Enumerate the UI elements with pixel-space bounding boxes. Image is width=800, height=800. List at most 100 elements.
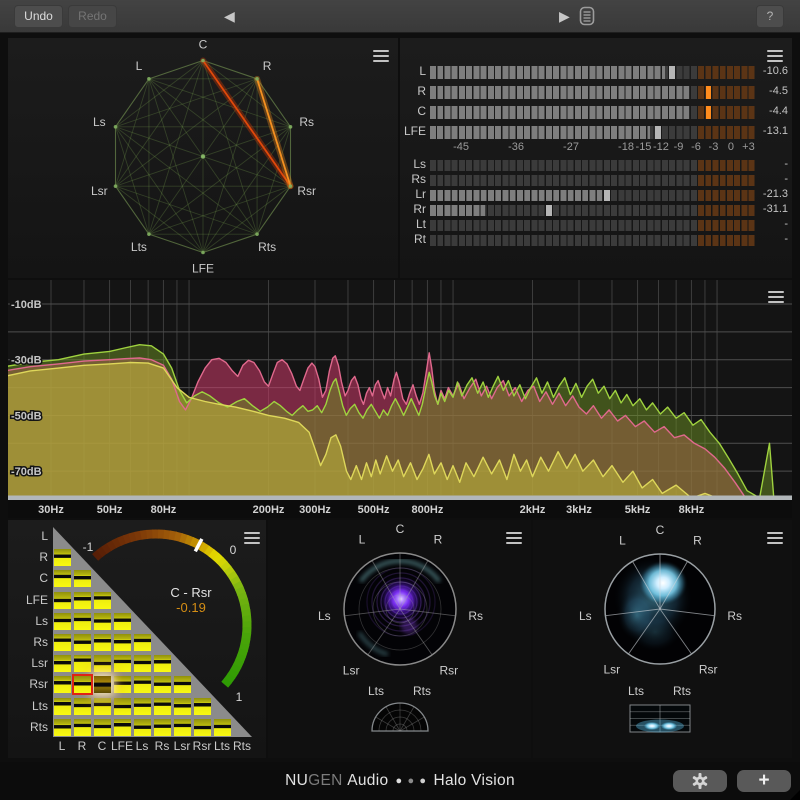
matrix-cell[interactable] xyxy=(154,676,171,693)
matrix-cell[interactable] xyxy=(74,613,91,630)
matrix-cell[interactable] xyxy=(54,570,71,587)
surround-scope: CLRLsRsLsrRsrLtsRts xyxy=(268,520,531,758)
scope-channel-label: Rsr xyxy=(440,663,459,677)
menu-icon[interactable] xyxy=(373,50,389,63)
meter-value: -13.1 xyxy=(756,125,788,138)
web-edge-highlight xyxy=(203,61,290,187)
matrix-cell[interactable] xyxy=(114,634,131,651)
matrix-cell[interactable] xyxy=(134,634,151,651)
matrix-cell[interactable] xyxy=(54,592,71,609)
matrix-row-label: C xyxy=(10,571,48,585)
matrix-cell[interactable] xyxy=(74,570,91,587)
menu-icon[interactable] xyxy=(767,50,783,63)
matrix-cell[interactable] xyxy=(154,698,171,715)
matrix-cell[interactable] xyxy=(94,634,111,651)
help-button[interactable]: ? xyxy=(756,5,784,28)
matrix-cell[interactable] xyxy=(134,719,151,736)
meter-value: -10.6 xyxy=(756,65,788,78)
matrix-cell[interactable] xyxy=(134,698,151,715)
matrix-cell[interactable] xyxy=(134,676,151,693)
menu-icon[interactable] xyxy=(768,291,784,304)
spectrum-chart: 30Hz50Hz80Hz200Hz300Hz500Hz800Hz2kHz3kHz… xyxy=(8,280,792,518)
resize-grip[interactable] xyxy=(790,790,800,800)
meter-value: -4.5 xyxy=(756,85,788,98)
meter-value: - xyxy=(756,234,788,245)
matrix-cell[interactable] xyxy=(114,613,131,630)
scope-channel-label: C xyxy=(396,522,405,536)
matrix-cell[interactable] xyxy=(174,676,191,693)
density-scope: CLRLsRsLsrRsrLtsRts xyxy=(533,520,792,758)
matrix-cell[interactable] xyxy=(134,655,151,672)
matrix-cell[interactable] xyxy=(94,655,111,672)
meter-bar xyxy=(430,190,757,201)
meter-label: Rr xyxy=(400,204,426,215)
web-edge xyxy=(149,79,291,186)
play-icon[interactable]: ▶ xyxy=(559,7,570,25)
matrix-cell[interactable] xyxy=(54,719,71,736)
matrix-cell[interactable] xyxy=(114,698,131,715)
preset-list-icon[interactable] xyxy=(579,6,596,26)
scope-channel-label: Ls xyxy=(318,609,331,623)
scope-channel-label: Ls xyxy=(579,609,592,623)
matrix-cell[interactable] xyxy=(54,655,71,672)
scope-channel-label: R xyxy=(693,534,702,548)
matrix-cell[interactable] xyxy=(54,634,71,651)
matrix-cell-flagged[interactable] xyxy=(74,676,91,693)
meter-bar xyxy=(430,220,757,231)
matrix-cell[interactable] xyxy=(114,676,131,693)
web-node xyxy=(201,59,205,63)
menu-icon[interactable] xyxy=(767,532,783,545)
matrix-row-label: Lts xyxy=(10,699,48,713)
matrix-cell[interactable] xyxy=(74,698,91,715)
matrix-cell[interactable] xyxy=(114,655,131,672)
matrix-cell[interactable] xyxy=(74,592,91,609)
add-button[interactable]: + xyxy=(737,770,791,792)
matrix-cell[interactable] xyxy=(154,719,171,736)
meter-label: Lr xyxy=(400,189,426,200)
menu-icon[interactable] xyxy=(244,532,260,545)
redo-button[interactable]: Redo xyxy=(68,5,117,28)
matrix-cell[interactable] xyxy=(94,698,111,715)
matrix-cell[interactable] xyxy=(54,613,71,630)
undo-button[interactable]: Undo xyxy=(14,5,63,28)
matrix-cell[interactable] xyxy=(94,719,111,736)
matrix-cell[interactable] xyxy=(94,592,111,609)
back-icon[interactable]: ◀ xyxy=(224,7,235,25)
matrix-cell[interactable] xyxy=(54,549,71,566)
web-edge xyxy=(116,186,203,252)
web-edge xyxy=(116,61,203,187)
matrix-cell[interactable] xyxy=(174,698,191,715)
matrix-cell[interactable] xyxy=(74,719,91,736)
matrix-cell[interactable] xyxy=(54,676,71,693)
matrix-cell[interactable] xyxy=(114,719,131,736)
meter-peak xyxy=(706,86,712,99)
web-node xyxy=(147,232,151,236)
matrix-cell[interactable] xyxy=(154,655,171,672)
meter-label: Ls xyxy=(400,159,426,170)
matrix-cell[interactable] xyxy=(214,719,231,736)
scope-channel-label: C xyxy=(656,523,665,537)
matrix-cell[interactable] xyxy=(194,698,211,715)
settings-button[interactable] xyxy=(673,770,727,792)
matrix-cell[interactable] xyxy=(54,698,71,715)
meter-bar xyxy=(430,175,757,186)
spectrum-scrollbar[interactable] xyxy=(8,496,792,501)
brand-segment: Audio xyxy=(343,772,393,790)
meter-value: -31.1 xyxy=(756,204,788,215)
meter-level xyxy=(430,86,689,99)
db-tick-label: -50dB xyxy=(11,410,42,422)
matrix-cell[interactable] xyxy=(74,634,91,651)
web-edge xyxy=(116,127,149,234)
meter-level xyxy=(430,205,485,216)
web-node-label: R xyxy=(263,59,272,73)
web-edge xyxy=(149,61,203,79)
matrix-cell[interactable] xyxy=(74,655,91,672)
menu-icon[interactable] xyxy=(506,532,522,545)
matrix-cell-selected[interactable] xyxy=(94,676,111,693)
scope-channel-label: Rs xyxy=(468,609,483,623)
matrix-cell[interactable] xyxy=(194,719,211,736)
matrix-cell[interactable] xyxy=(174,719,191,736)
plus-icon: + xyxy=(758,770,769,792)
matrix-cell[interactable] xyxy=(94,613,111,630)
matrix-col-label: Rts xyxy=(229,739,255,753)
